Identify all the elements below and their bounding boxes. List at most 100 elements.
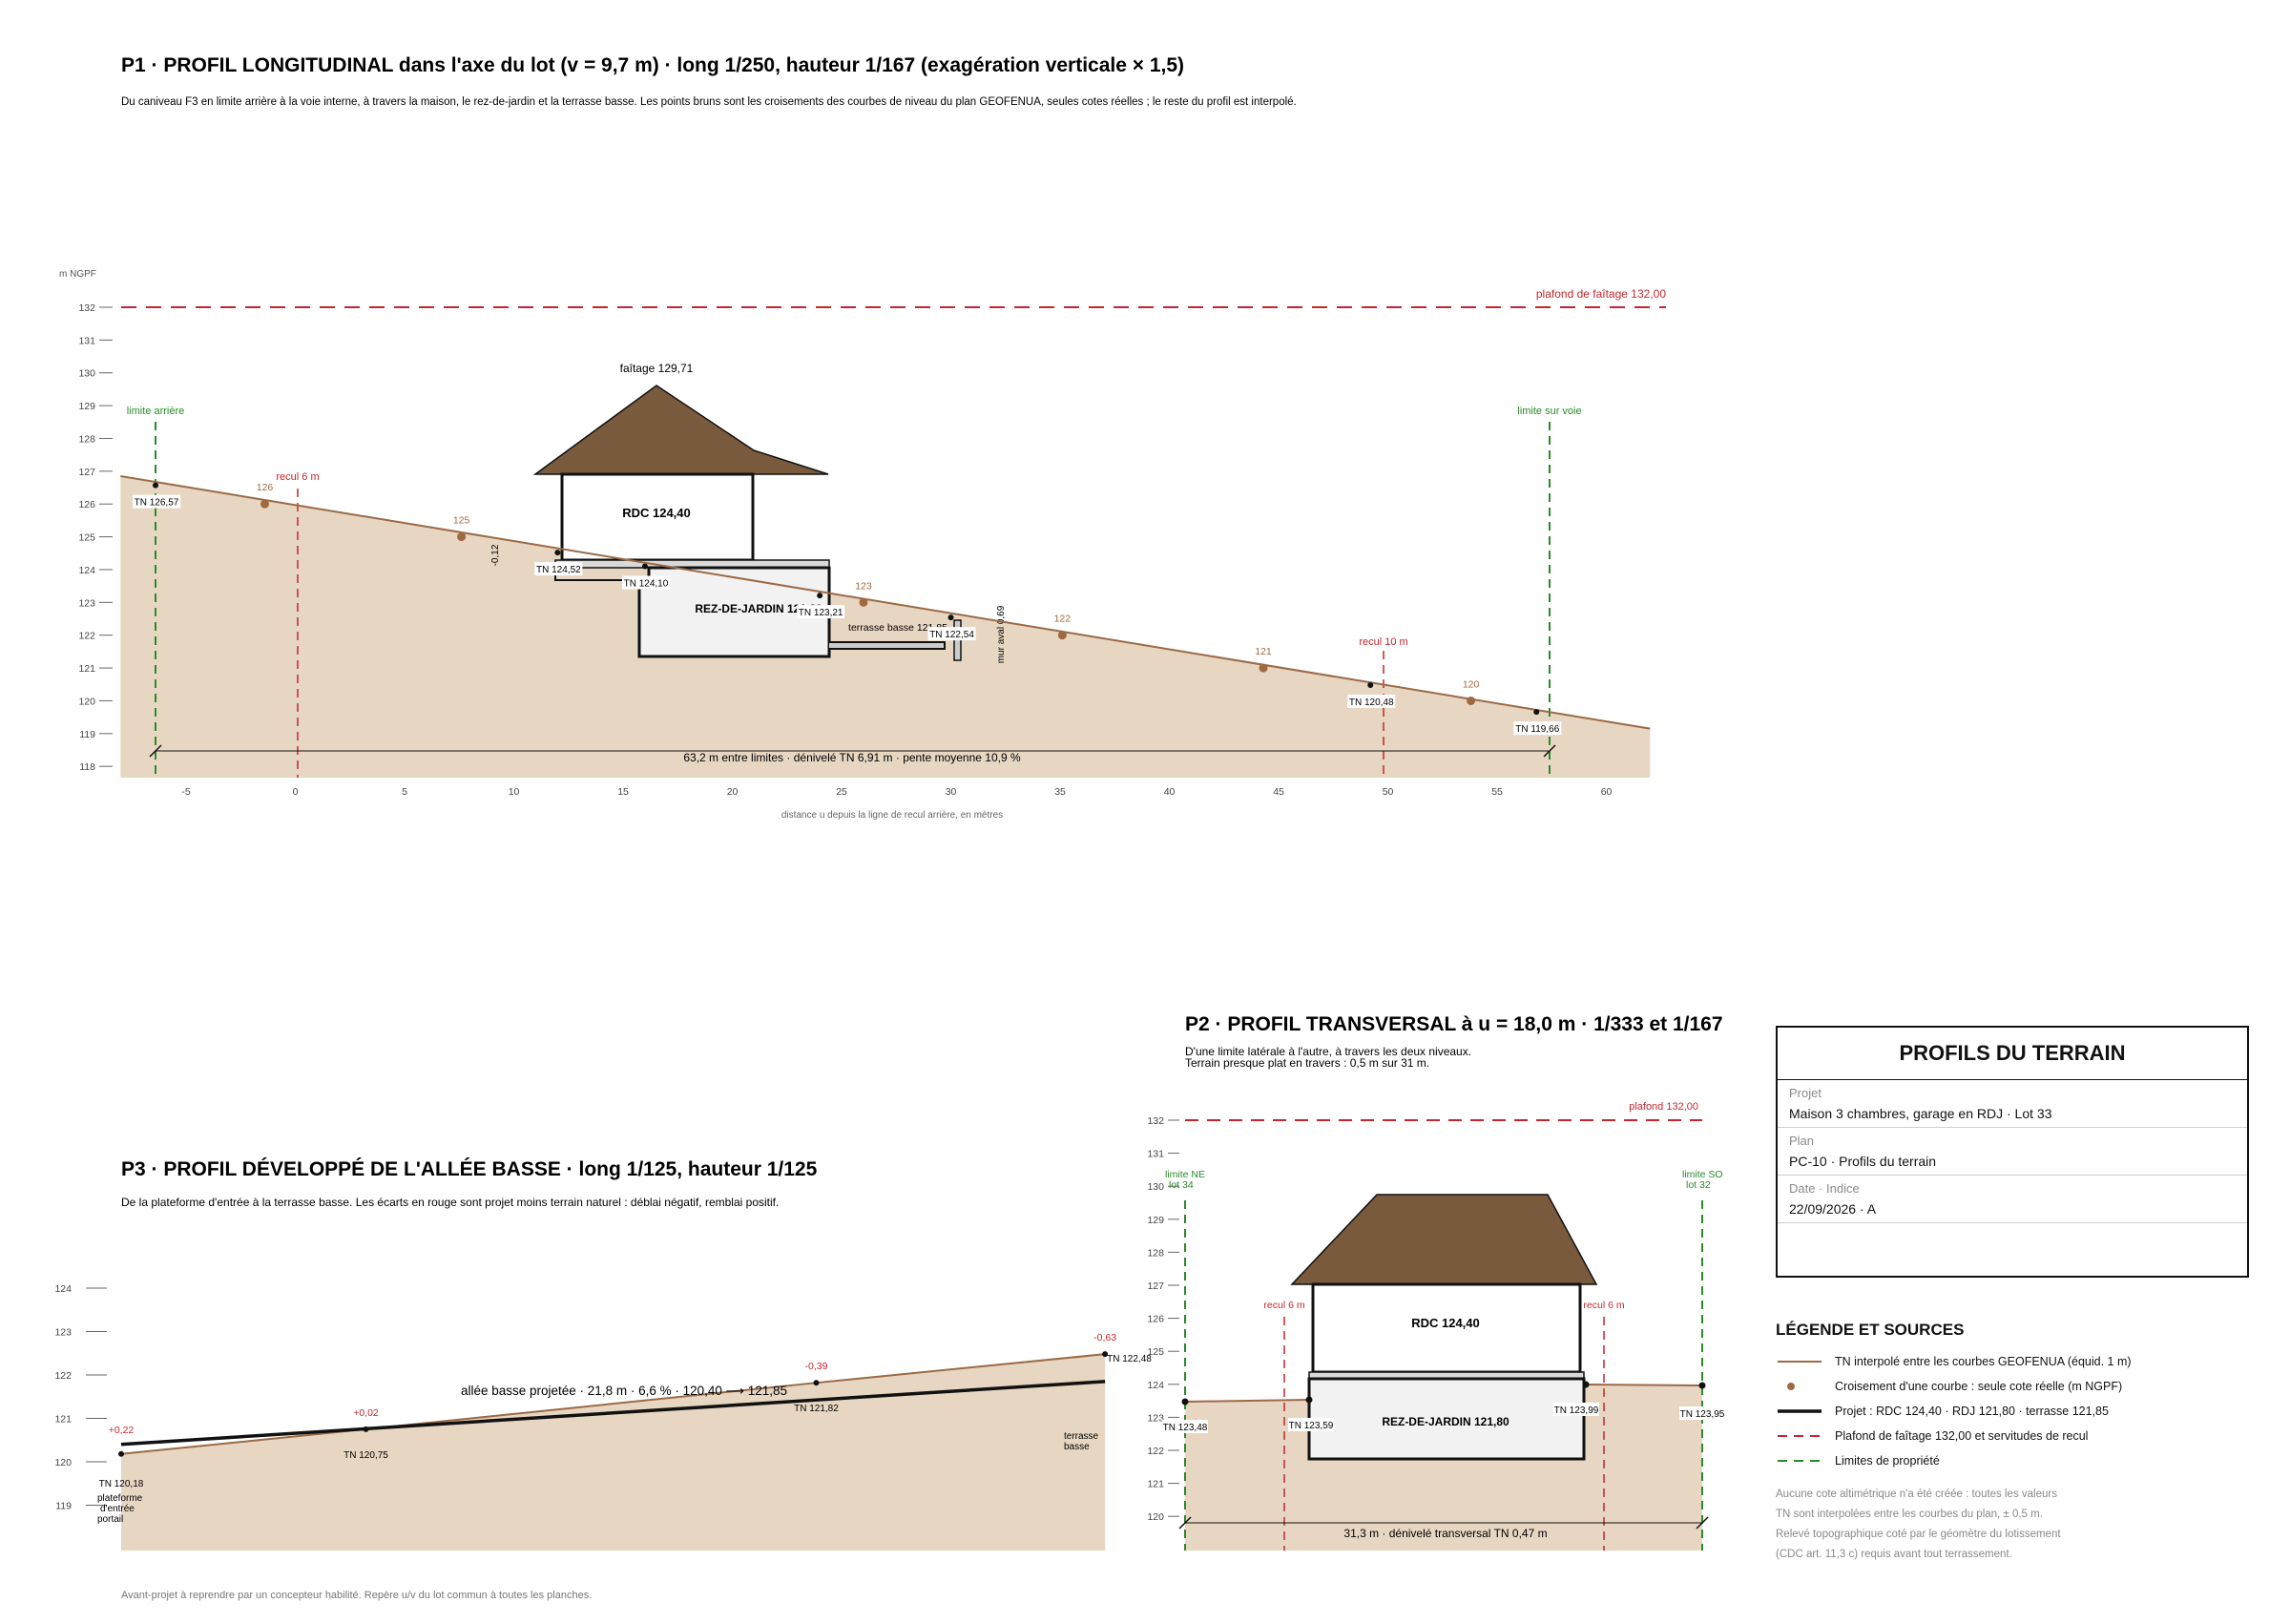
p2-y-tick-label: 127 bbox=[1147, 1280, 1164, 1292]
title-block-value: PC-10 · Profils du terrain bbox=[1789, 1154, 1937, 1169]
p3-y-tick-label: 119 bbox=[55, 1501, 72, 1512]
legend-note-line: (CDC art. 11,3 c) requis avant tout terr… bbox=[1776, 1549, 2012, 1560]
legend-item-label: Plafond de faîtage 132,00 et servitudes … bbox=[1835, 1429, 2089, 1443]
p1-tn-label: TN 120,48 bbox=[1349, 697, 1394, 708]
p1-contour-label: 123 bbox=[855, 580, 872, 592]
p1-x-tick-label: 35 bbox=[1054, 786, 1066, 798]
p3-start-label-2: d'entrée bbox=[100, 1504, 135, 1514]
title-block-row-project: Projet Maison 3 chambres, garage en RDJ … bbox=[1778, 1080, 2247, 1128]
p1-contour-label: 126 bbox=[257, 482, 274, 493]
legend-item-limits: Limites de propriété bbox=[1776, 1448, 2253, 1473]
p2-rdj-label: REZ-DE-JARDIN 121,80 bbox=[1382, 1415, 1509, 1428]
p1-y-tick-label: 125 bbox=[78, 532, 95, 544]
title-block-row-plan: Plan PC-10 · Profils du terrain bbox=[1778, 1128, 2247, 1176]
p2-y-tick-label: 129 bbox=[1147, 1215, 1164, 1226]
p3-tn-label: TN 122,48 bbox=[1107, 1354, 1152, 1364]
tn-line-icon bbox=[1776, 1355, 1823, 1368]
legend-note-line: Aucune cote altimétrique n'a été créée :… bbox=[1776, 1489, 2057, 1500]
title-block-label: Projet bbox=[1789, 1086, 1822, 1100]
p3-y-tick-label: 121 bbox=[54, 1414, 72, 1426]
p2-tn-point-2 bbox=[1305, 1396, 1313, 1404]
p1-x-tick-label: 30 bbox=[946, 786, 957, 798]
p1-contour-label: 125 bbox=[453, 515, 470, 527]
p3-end-label-1: terrasse bbox=[1064, 1431, 1099, 1442]
p1-cap-label: plafond de faîtage 132,00 bbox=[1536, 287, 1666, 301]
p1-terrace bbox=[829, 641, 946, 650]
title-block-title: PROFILS DU TERRAIN bbox=[1778, 1028, 2247, 1080]
p1-contour-point bbox=[1259, 663, 1268, 673]
p1-y-tick-label: 122 bbox=[78, 631, 95, 642]
p1-tn-point bbox=[817, 593, 823, 599]
p1-contour-label: 122 bbox=[1054, 614, 1072, 625]
p2-y-tick-label: 121 bbox=[1147, 1479, 1164, 1490]
legend-note-line: TN sont interpolées entre les courbes du… bbox=[1776, 1509, 2043, 1520]
p1-limit-road-label: limite sur voie bbox=[1517, 406, 1581, 417]
p1-unit-label: m NGPF bbox=[59, 269, 96, 280]
p1-x-tick-label: 55 bbox=[1491, 786, 1503, 798]
p1-contour-point bbox=[1057, 631, 1067, 640]
legend-item-label: Croisement d'une courbe : seule cote rée… bbox=[1835, 1380, 2123, 1393]
p3-delta-label: +0,02 bbox=[353, 1407, 379, 1419]
legend-item-project: Projet : RDC 124,40 · RDJ 121,80 · terra… bbox=[1776, 1399, 2253, 1424]
p3-tn-point bbox=[813, 1380, 820, 1386]
p3-tn-point bbox=[363, 1426, 369, 1432]
p3-title: P3 · PROFIL DÉVELOPPÉ DE L'ALLÉE BASSE ·… bbox=[121, 1158, 818, 1180]
p1-y-tick-label: 121 bbox=[78, 663, 95, 675]
p1-contour-point bbox=[859, 597, 868, 607]
p2-limit-so-sub: lot 32 bbox=[1686, 1179, 1711, 1191]
p1-contour-label: 120 bbox=[1463, 678, 1480, 690]
p2-y-tick-label: 124 bbox=[1147, 1380, 1164, 1391]
p2-y-tick-label: 128 bbox=[1147, 1247, 1164, 1259]
p1-x-tick-label: -5 bbox=[181, 786, 190, 798]
p2-limit-ne-sub: lot 34 bbox=[1169, 1179, 1194, 1191]
legend-item-cap: Plafond de faîtage 132,00 et servitudes … bbox=[1776, 1424, 2253, 1448]
p1-contour-point bbox=[457, 532, 467, 542]
legend-title: LÉGENDE ET SOURCES bbox=[1776, 1321, 1965, 1339]
p2-tn-label-2: TN 123,59 bbox=[1288, 1418, 1334, 1431]
svg-text:TN 123,95: TN 123,95 bbox=[1680, 1409, 1725, 1420]
p3-subtitle: De la plateforme d'entrée à la terrasse … bbox=[121, 1196, 779, 1209]
legend: LÉGENDE ET SOURCES TN interpolé entre le… bbox=[1776, 1321, 2253, 1565]
p2-y-tick-label: 132 bbox=[1147, 1115, 1164, 1127]
p2-cap-label: plafond 132,00 bbox=[1629, 1101, 1698, 1113]
p1-contour-point bbox=[1467, 696, 1476, 705]
legend-item-label: TN interpolé entre les courbes GEOFENUA … bbox=[1835, 1355, 2132, 1368]
p3-tn-label: TN 121,82 bbox=[794, 1404, 839, 1414]
legend-item-label: Projet : RDC 124,40 · RDJ 121,80 · terra… bbox=[1835, 1405, 2109, 1418]
p1-x-tick-label: 45 bbox=[1273, 786, 1284, 798]
p1-tn-point bbox=[1533, 709, 1540, 716]
title-block-row-date: Date · Indice 22/09/2026 · A bbox=[1778, 1176, 2247, 1223]
project-line-icon bbox=[1776, 1405, 1823, 1418]
p1-x-tick-label: 15 bbox=[617, 786, 629, 798]
p1-x-tick-label: 40 bbox=[1164, 786, 1176, 798]
p1-rdc-label: RDC 124,40 bbox=[622, 506, 691, 520]
p1-tn-point bbox=[641, 563, 648, 570]
p1-x-tick-label: 10 bbox=[509, 786, 520, 798]
p1-contour-label: 121 bbox=[1255, 646, 1272, 657]
p3-y-tick-label: 123 bbox=[54, 1327, 72, 1339]
p1-dimension-label: 63,2 m entre limites · dénivelé TN 6,91 … bbox=[683, 751, 1021, 764]
drawing-sheet: P1 · PROFIL LONGITUDINAL dans l'axe du l… bbox=[0, 0, 2290, 1619]
p2-tn-label-4: TN 123,95 bbox=[1679, 1406, 1725, 1420]
p2-y-tick-label: 126 bbox=[1147, 1314, 1164, 1325]
p1-x-axis-label: distance u depuis la ligne de recul arri… bbox=[781, 810, 1003, 821]
contour-dot-icon bbox=[1776, 1380, 1823, 1393]
p3-start-label-3: portail bbox=[97, 1514, 123, 1525]
title-block-label: Date · Indice bbox=[1789, 1181, 1860, 1196]
p2-roof bbox=[1290, 1194, 1598, 1285]
p1-x-tick-label: 5 bbox=[402, 786, 407, 798]
p1-y-tick-label: 129 bbox=[78, 401, 95, 412]
p1-recul-road-label: recul 10 m bbox=[1359, 636, 1407, 648]
p3-y-tick-label: 124 bbox=[54, 1283, 72, 1295]
p1-y-tick-label: 118 bbox=[79, 761, 95, 773]
p1-wall-label: mur aval 0,69 bbox=[996, 605, 1007, 663]
p1-tn-label: TN 122,54 bbox=[929, 630, 974, 640]
p3-delta-label: -0,63 bbox=[1093, 1332, 1116, 1343]
p1-y-tick-label: 123 bbox=[78, 597, 95, 609]
title-block: PROFILS DU TERRAIN Projet Maison 3 chamb… bbox=[1776, 1026, 2249, 1278]
p1-y-tick-label: 120 bbox=[78, 696, 95, 707]
p3-start-label-1: plateforme bbox=[97, 1493, 143, 1504]
p2-y-tick-label: 130 bbox=[1147, 1181, 1164, 1193]
p3-tn-point bbox=[118, 1450, 124, 1457]
p1-tn-label: TN 123,21 bbox=[799, 608, 843, 618]
